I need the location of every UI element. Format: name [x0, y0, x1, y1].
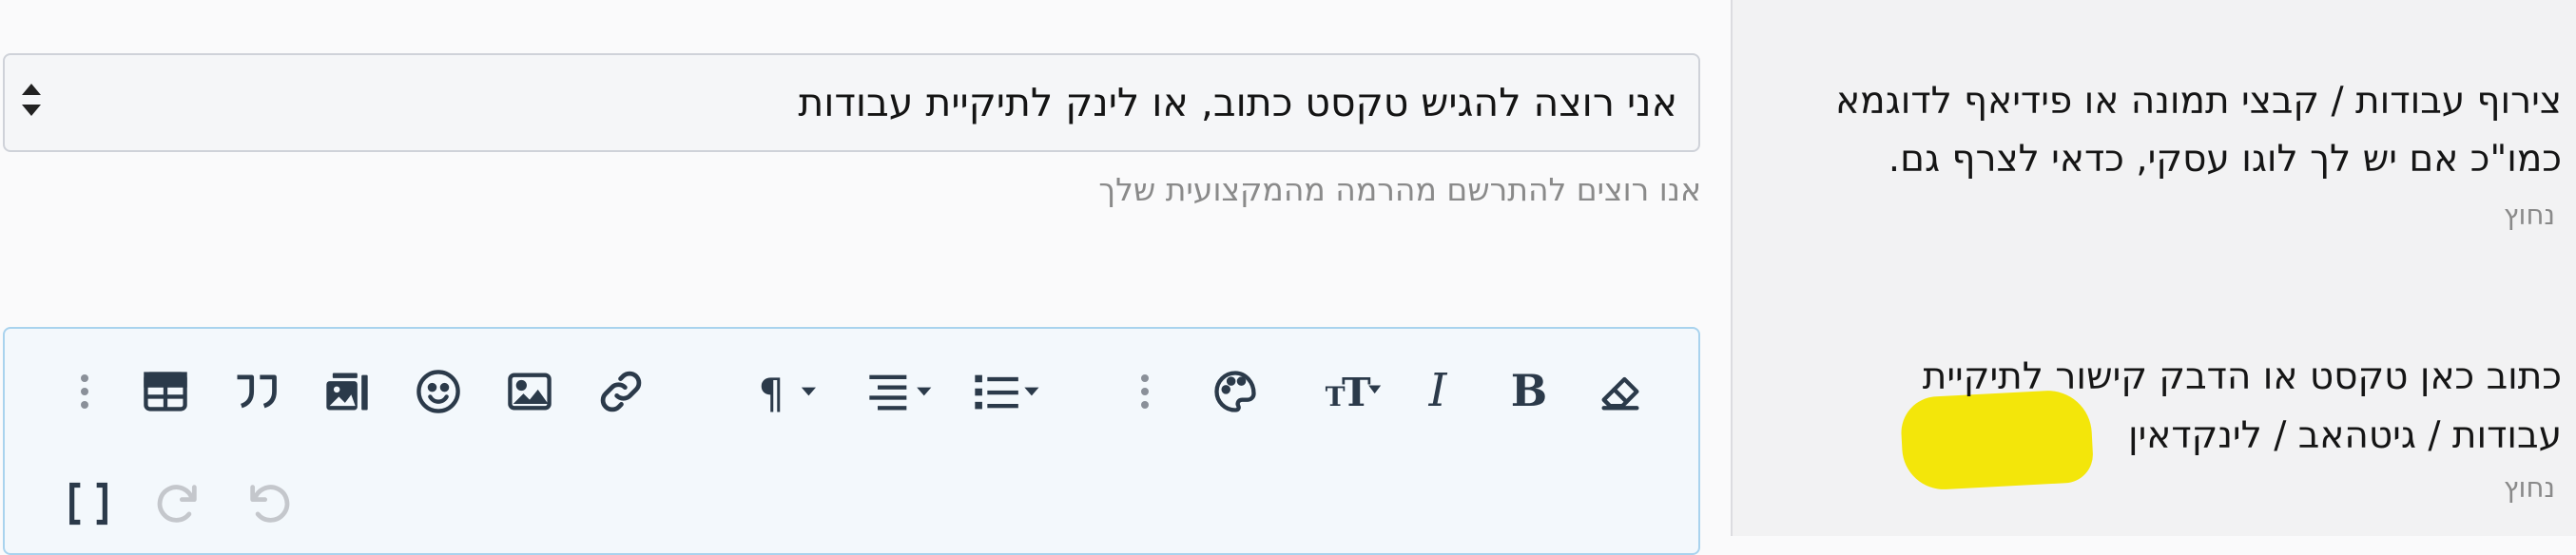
svg-text:I: I — [1428, 365, 1448, 417]
paragraph-icon[interactable]: ¶ — [748, 361, 834, 422]
text-size-icon[interactable]: TT — [1316, 361, 1392, 422]
list-icon[interactable] — [965, 361, 1051, 422]
portfolio-label-line1: כתוב כאן טקסט או הדבק קישור לתיקיית — [1922, 355, 2562, 398]
required-label: נחוץ — [2503, 199, 2555, 231]
emoji-icon[interactable] — [408, 361, 469, 422]
svg-text:T: T — [1342, 369, 1371, 415]
quote-icon[interactable] — [225, 361, 286, 422]
italic-icon[interactable]: I — [1407, 361, 1468, 422]
undo-icon[interactable] — [239, 473, 300, 534]
portfolio-label-line2: עבודות / גיטהאב / לינקדאין — [2127, 414, 2562, 457]
required-label: נחוץ — [2503, 471, 2555, 504]
image-icon[interactable] — [499, 361, 560, 422]
attachments-label-line1: צירוף עבודות / קבצי תמונה או פידיאף לדוג… — [1835, 80, 2562, 123]
more-options-icon[interactable] — [1126, 361, 1164, 422]
align-icon[interactable] — [860, 361, 945, 422]
more-insert-icon[interactable] — [66, 361, 104, 422]
select-value: אני רוצה להגיש טקסט כתוב, או לינק לתיקיי… — [798, 80, 1677, 125]
bold-icon[interactable]: B — [1499, 361, 1559, 422]
media-gallery-icon[interactable] — [317, 361, 378, 422]
submission-type-select[interactable]: אני רוצה להגיש טקסט כתוב, או לינק לתיקיי… — [3, 53, 1700, 152]
table-icon[interactable] — [135, 361, 196, 422]
bbcode-icon[interactable] — [58, 473, 119, 534]
eraser-icon[interactable] — [1590, 361, 1651, 422]
link-icon[interactable] — [591, 361, 651, 422]
select-arrows-icon — [22, 84, 41, 125]
hint-text: אנו רוצים להתרשם מהרמה מהמקצועית שלך — [1098, 171, 1701, 208]
rich-text-editor[interactable]: B I TT ¶ — [3, 327, 1700, 555]
svg-text:B: B — [1511, 365, 1547, 416]
field-labels-panel: צירוף עבודות / קבצי תמונה או פידיאף לדוג… — [1731, 0, 2576, 536]
palette-icon[interactable] — [1205, 361, 1266, 422]
svg-text:¶: ¶ — [758, 371, 784, 418]
redo-icon[interactable] — [147, 473, 208, 534]
attachments-label-line2: כמו"כ אם יש לך לוגו עסקי, כדאי לצרף גם. — [1888, 138, 2562, 181]
